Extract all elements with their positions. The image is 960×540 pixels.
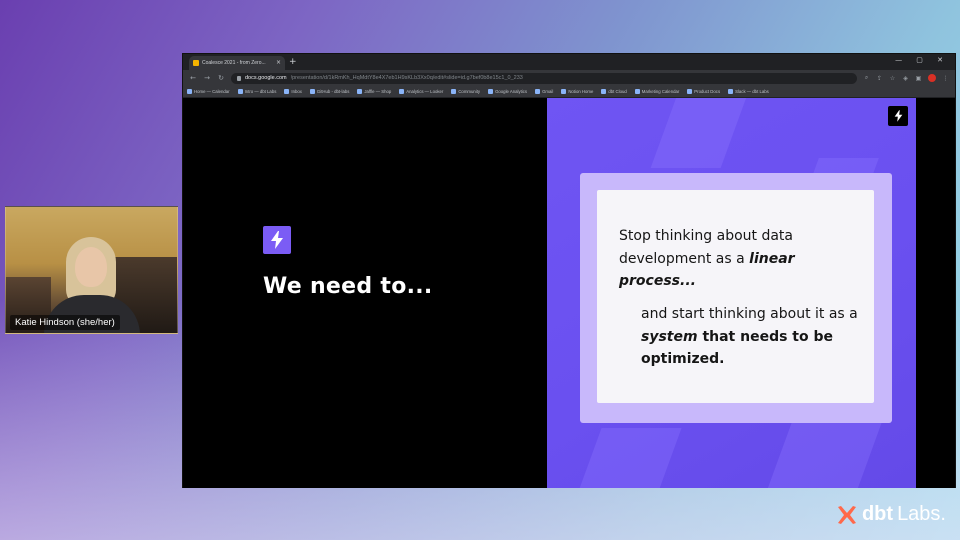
bookmark-icon <box>634 89 640 94</box>
dbt-logo-icon <box>837 505 856 524</box>
bookmark-icon <box>601 89 607 94</box>
tab-title: Coalesce 2021 - from Zero... <box>202 60 266 66</box>
quote-emphasis: system <box>641 328 698 345</box>
bookmark-item[interactable]: Google Analytics <box>488 89 527 94</box>
webcam-video-tile: Katie Hindson (she/her) <box>5 206 178 334</box>
bookmark-star-icon[interactable]: ☆ <box>889 75 896 82</box>
slide-right-panel: Stop thinking about data development as … <box>547 98 916 488</box>
bookmark-icon <box>535 89 541 94</box>
bookmark-icon <box>488 89 494 94</box>
bookmark-item[interactable]: Product Docs <box>687 89 720 94</box>
bookmark-item[interactable]: Analytics — Looker <box>399 89 443 94</box>
bookmark-item[interactable]: Home — Calendar <box>187 89 230 94</box>
url-host: docs.google.com <box>245 75 287 81</box>
participant-name-tag: Katie Hindson (she/her) <box>10 315 120 330</box>
bookmark-icon <box>237 89 243 94</box>
address-bar[interactable]: docs.google.com /presentation/d/1kRmKh_H… <box>231 72 857 84</box>
quote-text: and start thinking about it as a <box>641 306 858 322</box>
bookmark-item[interactable]: Jaffle — Shop <box>357 89 391 94</box>
bookmark-item[interactable]: Intro — dbt Labs <box>237 89 276 94</box>
quote-frame: Stop thinking about data development as … <box>580 173 892 423</box>
bookmark-item[interactable]: Notion Home <box>561 89 593 94</box>
tab-close-icon[interactable]: × <box>276 60 281 66</box>
share-icon[interactable]: ⇪ <box>876 75 883 82</box>
bookmark-item[interactable]: Community <box>451 89 480 94</box>
bookmark-icon <box>561 89 567 94</box>
back-icon[interactable]: ← <box>189 74 197 82</box>
bookmark-icon <box>451 89 457 94</box>
bolt-icon <box>263 226 291 254</box>
window-controls[interactable]: — ▢ ✕ <box>895 56 949 64</box>
quote-part-1: Stop thinking about data development as … <box>619 225 859 293</box>
decorative-stripe <box>650 98 754 168</box>
presentation-slide: We need to... Stop thinking about data d… <box>183 98 955 488</box>
forward-icon[interactable]: → <box>203 74 211 82</box>
dbt-labs-logo: dbt Labs. <box>836 503 946 526</box>
bookmark-item[interactable]: dbt Cloud <box>601 89 627 94</box>
participant-face <box>75 247 107 287</box>
browser-window: Coalesce 2021 - from Zero... × + — ▢ ✕ ←… <box>182 53 956 488</box>
bookmark-icon <box>309 89 315 94</box>
decorative-stripe <box>572 428 682 488</box>
bookmark-item[interactable]: Gmail <box>535 89 553 94</box>
zoom-icon[interactable]: ⌕ <box>863 74 870 82</box>
browser-tab-active[interactable]: Coalesce 2021 - from Zero... × <box>189 56 285 70</box>
bookmark-icon <box>399 89 405 94</box>
bolt-icon <box>888 106 908 126</box>
profile-avatar[interactable] <box>928 74 936 82</box>
bookmark-item[interactable]: Slack — dbt Labs <box>728 89 769 94</box>
bookmark-item[interactable]: GitHub - dbt-labs <box>309 89 349 94</box>
tab-bar: Coalesce 2021 - from Zero... × + — ▢ ✕ <box>183 54 955 70</box>
bolt-icon-svg <box>271 231 283 249</box>
quote-part-2: and start thinking about it as a system … <box>641 303 865 371</box>
quote-card: Stop thinking about data development as … <box>597 190 874 403</box>
reload-icon[interactable]: ↻ <box>217 74 225 82</box>
lock-icon <box>237 75 241 81</box>
url-path: /presentation/d/1kRmKh_HqMdtY8e4X7eb1H9s… <box>290 75 523 81</box>
menu-icon[interactable]: ⋮ <box>942 75 949 82</box>
slide-margin <box>916 98 955 488</box>
new-tab-button[interactable]: + <box>289 56 297 68</box>
bookmarks-bar: Home — Calendar Intro — dbt Labs Inbox G… <box>183 86 955 98</box>
bookmark-icon <box>284 89 290 94</box>
bookmark-icon <box>187 89 192 94</box>
bookmark-icon <box>728 89 734 94</box>
bookmark-icon <box>357 89 363 94</box>
bookmark-item[interactable]: Inbox <box>284 89 302 94</box>
slides-favicon-icon <box>193 60 199 66</box>
bolt-icon-svg <box>894 110 902 122</box>
bookmark-item[interactable]: Marketing Calendar <box>634 89 679 94</box>
brand-name-bold: dbt <box>861 503 894 525</box>
slide-heading: We need to... <box>263 274 433 299</box>
decorative-stripe <box>760 418 884 488</box>
browser-toolbar: ← → ↻ docs.google.com /presentation/d/1k… <box>183 70 955 86</box>
extension-icon[interactable]: ◈ <box>902 75 909 82</box>
bookmark-icon <box>687 89 693 94</box>
extensions-puzzle-icon[interactable]: ▣ <box>915 75 922 82</box>
brand-name-light: Labs. <box>897 503 946 525</box>
